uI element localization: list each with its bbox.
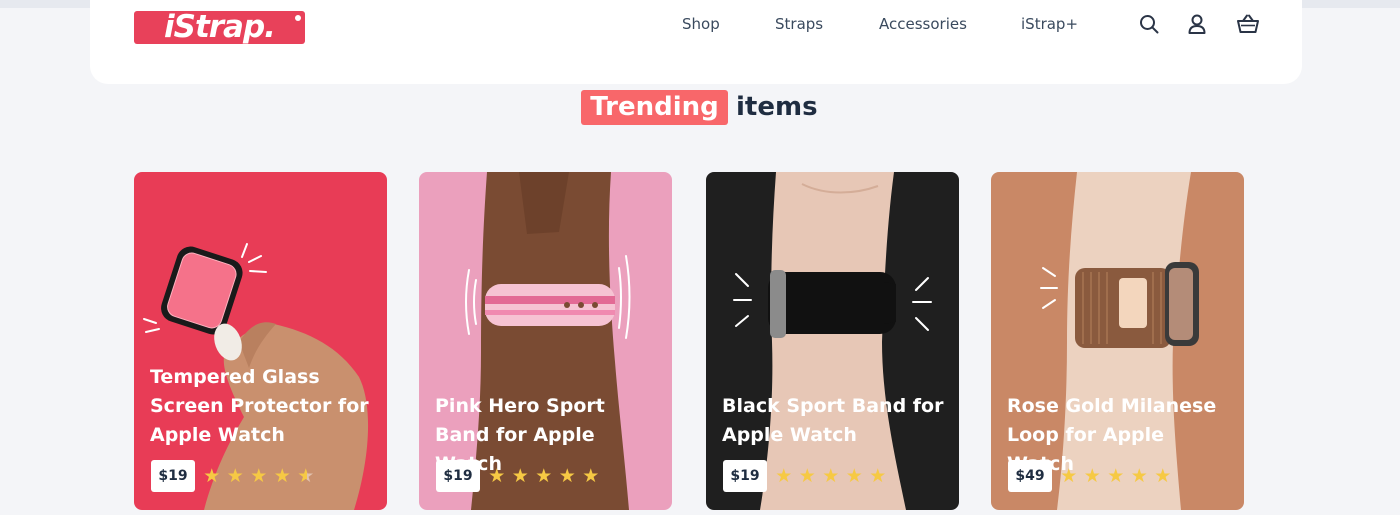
- basket-icon[interactable]: [1236, 13, 1259, 35]
- star-icon: ★: [511, 465, 529, 487]
- star-icon: ★: [250, 465, 268, 487]
- star-icon: ★: [558, 465, 576, 487]
- registered-mark: [295, 15, 301, 21]
- product-card-rose-gold-loop[interactable]: Rose Gold Milanese Loop for Apple Watch …: [991, 172, 1244, 510]
- product-price: $19: [723, 460, 767, 492]
- star-icon: ★: [582, 465, 600, 487]
- star-icon: ★: [1083, 465, 1101, 487]
- nav-shop[interactable]: Shop: [682, 14, 720, 34]
- product-card-pink-hero-band[interactable]: Pink Hero Sport Band for Apple Watch $19…: [419, 172, 672, 510]
- star-icon: ★: [1154, 465, 1172, 487]
- star-icon: ★: [845, 465, 863, 487]
- brand-name: iStrap.: [164, 9, 276, 45]
- brand-logo[interactable]: iStrap.: [134, 9, 305, 45]
- rating-stars: ★ ★ ★ ★ ★: [1057, 464, 1175, 488]
- rating-stars: ★ ★ ★ ★ ★: [200, 464, 318, 488]
- site-header: iStrap. Shop Straps Accessories iStrap+: [90, 0, 1302, 84]
- nav-straps[interactable]: Straps: [775, 14, 823, 34]
- star-icon: ★: [226, 465, 244, 487]
- half-star-icon: ★: [294, 464, 318, 488]
- star-icon: ★: [1060, 465, 1078, 487]
- star-icon: ★: [273, 465, 291, 487]
- product-price: $49: [1008, 460, 1052, 492]
- product-price: $19: [151, 460, 195, 492]
- nav-accessories[interactable]: Accessories: [879, 14, 967, 34]
- product-card-screen-protector[interactable]: Tempered Glass Screen Protector for Appl…: [134, 172, 387, 510]
- heading-highlight: Trending: [581, 90, 728, 125]
- search-icon[interactable]: [1138, 13, 1160, 35]
- star-icon: ★: [822, 465, 840, 487]
- star-icon: ★: [488, 465, 506, 487]
- star-icon: ★: [535, 465, 553, 487]
- star-icon: ★: [203, 465, 221, 487]
- section-heading: Trending items: [0, 90, 1400, 126]
- product-title: Black Sport Band for Apple Watch: [722, 395, 944, 446]
- star-icon: ★: [1130, 465, 1148, 487]
- product-title: Tempered Glass Screen Protector for Appl…: [150, 366, 369, 446]
- star-icon: ★: [775, 465, 793, 487]
- star-icon: ★: [798, 465, 816, 487]
- heading-rest: items: [736, 92, 818, 122]
- nav-istrap-plus[interactable]: iStrap+: [1021, 14, 1078, 34]
- product-price: $19: [436, 460, 480, 492]
- product-card-black-band[interactable]: Black Sport Band for Apple Watch $19 ★ ★ ★…: [706, 172, 959, 510]
- user-icon[interactable]: [1186, 13, 1208, 35]
- star-icon: ★: [1107, 465, 1125, 487]
- star-icon: ★: [869, 465, 887, 487]
- rating-stars: ★ ★ ★ ★ ★: [772, 464, 890, 488]
- rating-stars: ★ ★ ★ ★ ★: [485, 464, 603, 488]
